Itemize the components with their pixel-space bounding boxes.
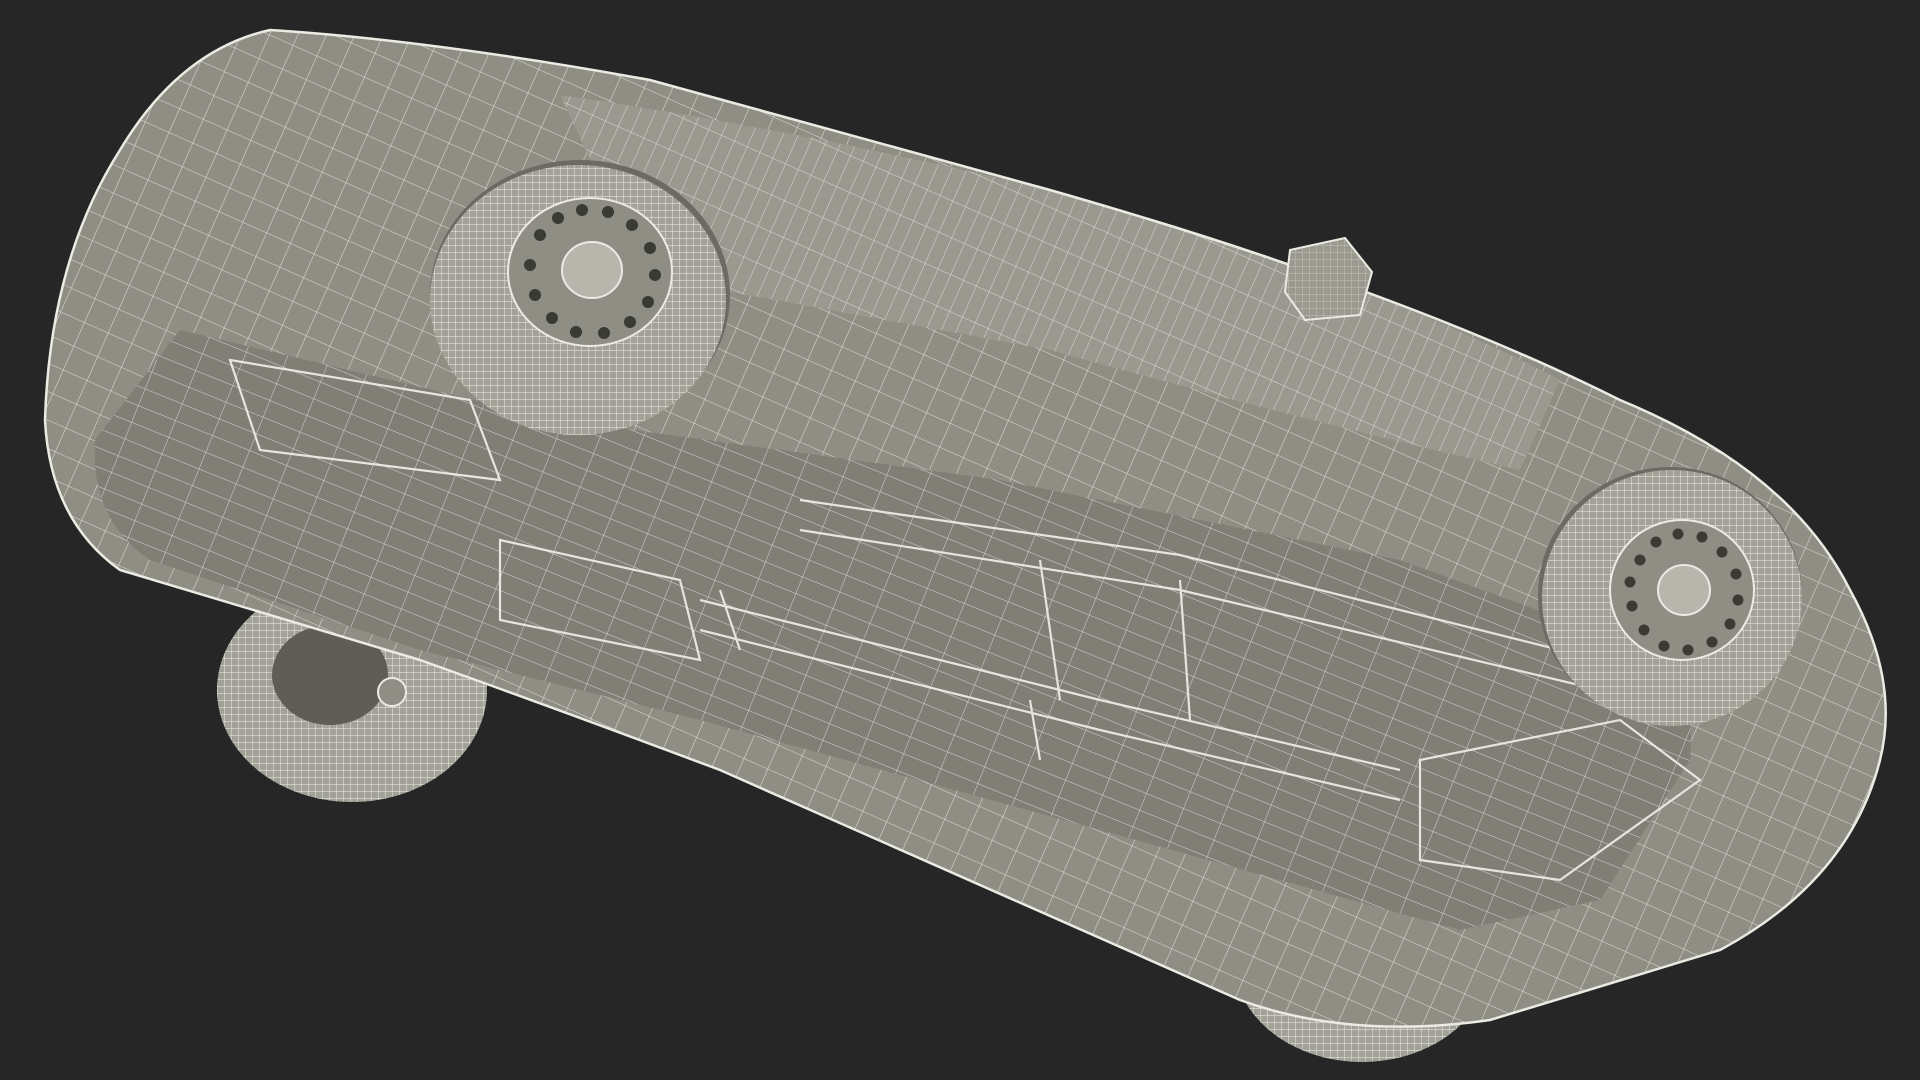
- render-viewport: [0, 0, 1920, 1080]
- car-wireframe-render: [43, 28, 1887, 1062]
- side-mirror: [1283, 236, 1374, 322]
